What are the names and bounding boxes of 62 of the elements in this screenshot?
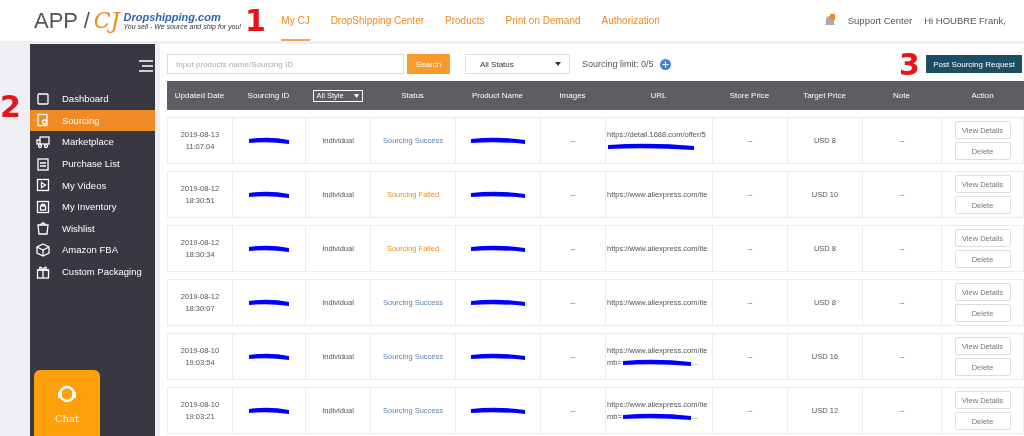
search-field[interactable]: Input products name/Sourcing ID: [167, 54, 404, 74]
logo-mark: CJ: [93, 8, 120, 33]
status-dropdown[interactable]: All Status: [465, 54, 570, 74]
sidebar-item[interactable]: Wishlist: [30, 217, 155, 240]
nav-tab[interactable]: Authorization: [601, 0, 660, 41]
column-header: Target Price: [802, 91, 847, 100]
menu-icon[interactable]: [139, 60, 153, 72]
sidebar-item[interactable]: My Videos: [30, 174, 155, 196]
annotation-number: 1: [245, 6, 266, 36]
logo-site-name: Dropshipping.com: [123, 11, 221, 23]
info-icon[interactable]: [659, 58, 671, 70]
column-header: Product Name: [470, 91, 525, 100]
sidebar-item[interactable]: My Inventory: [30, 195, 155, 218]
redaction-mark: [621, 358, 692, 367]
support-center-link[interactable]: Support Center: [847, 15, 913, 26]
caret-icon: [555, 62, 561, 66]
column-header: Store Price: [728, 91, 771, 100]
truck-icon: [36, 135, 50, 149]
nav-tab[interactable]: Products: [445, 0, 485, 41]
redaction-mark: [248, 136, 290, 145]
sourcing-limit-text: Sourcing limit: 0/5: [582, 59, 654, 69]
redaction-mark: [470, 298, 526, 307]
column-header: Sourcing ID: [246, 91, 291, 100]
redaction-mark: [470, 136, 526, 145]
column-header: Status: [400, 91, 425, 100]
redaction-mark: [470, 190, 526, 199]
redaction-mark: [470, 352, 526, 361]
column-header: Note: [892, 91, 911, 100]
post-sourcing-request-button[interactable]: Post Sourcing Request: [926, 55, 1022, 73]
bell-icon[interactable]: [823, 13, 836, 28]
column-header: URL: [649, 91, 668, 100]
redaction-mark: [248, 406, 290, 415]
sidebar-item[interactable]: Purchase List: [30, 152, 155, 175]
annotation-number: 2: [0, 92, 21, 122]
redaction-mark: [248, 298, 290, 307]
nav-tab[interactable]: DropShipping Center: [330, 0, 425, 41]
user-greeting[interactable]: Hi HOUBRE Frank,: [924, 15, 1006, 26]
dashboard-icon: [36, 91, 50, 106]
clipboard-icon: [36, 156, 50, 171]
box-icon: [36, 242, 50, 257]
annotation-number: 3: [899, 50, 920, 80]
gift-icon: [36, 264, 50, 279]
redaction-mark: [470, 244, 526, 253]
video-icon: [36, 178, 50, 193]
nav-tab[interactable]: Print on Demand: [505, 0, 581, 41]
sidebar-item[interactable]: Dashboard: [30, 88, 155, 110]
sidebar-item[interactable]: Amazon FBA: [30, 239, 155, 261]
document-search-icon: [36, 113, 50, 128]
redaction-mark: [621, 412, 692, 421]
app-logo-text: APP /: [34, 7, 90, 34]
column-header: Updated Date: [173, 91, 226, 100]
lock-icon: [36, 199, 50, 214]
sidebar-item[interactable]: Custom Packaging: [30, 260, 155, 283]
caret-icon: [353, 93, 359, 98]
redaction-mark: [248, 352, 290, 361]
column-header: Action: [970, 91, 995, 100]
column-header: Images: [558, 91, 587, 100]
sidebar-item[interactable]: Marketplace: [30, 131, 155, 153]
redaction-mark: [248, 190, 290, 199]
bag-icon: [36, 221, 50, 236]
redaction-mark: [248, 244, 290, 253]
redaction-mark: [470, 406, 526, 415]
